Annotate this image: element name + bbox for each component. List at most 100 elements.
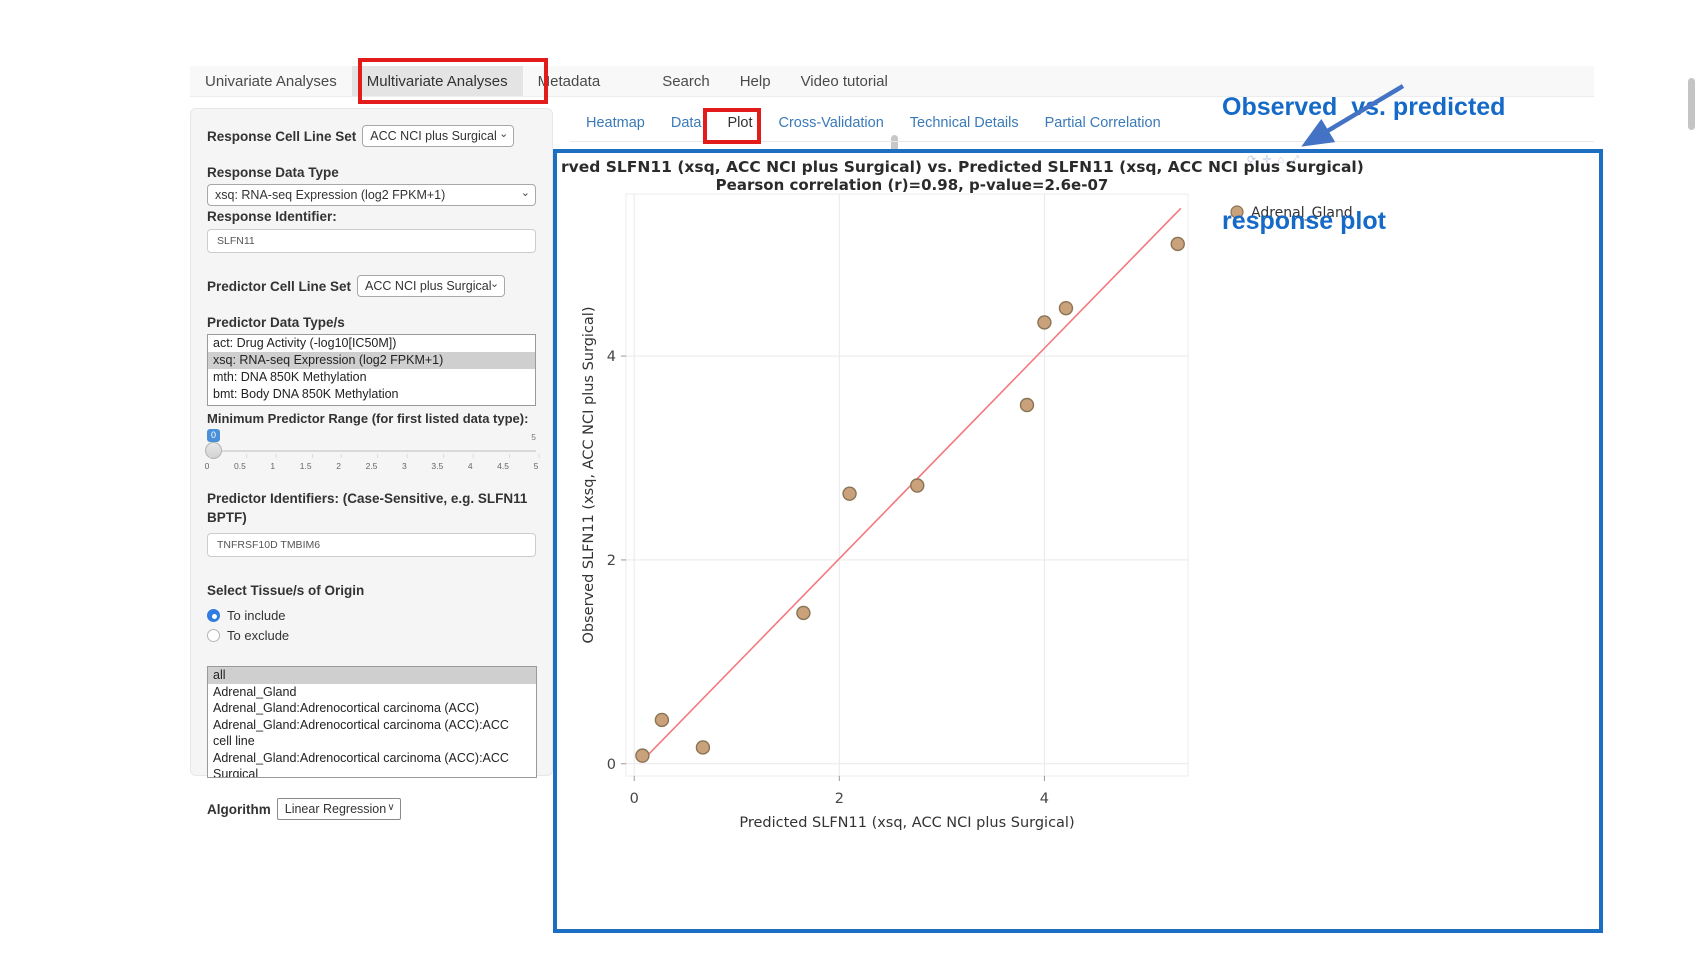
data-point[interactable] <box>911 479 924 492</box>
page: Univariate Analyses Multivariate Analyse… <box>0 0 1700 956</box>
slider-tickmark <box>246 454 247 458</box>
response-cell-line-set-label: Response Cell Line Set <box>207 129 356 144</box>
slider-tick-label: 3 <box>402 461 407 471</box>
analysis-settings-panel: Response Cell Line Set ACC NCI plus Surg… <box>190 108 553 776</box>
predictor-identifiers-label: Predictor Identifiers: (Case-Sensitive, … <box>207 489 536 527</box>
tissue-listbox[interactable]: all Adrenal_Gland Adrenal_Gland:Adrenoco… <box>207 666 537 778</box>
algorithm-label: Algorithm <box>207 802 271 817</box>
result-tabbar: Heatmap Data Plot Cross-Validation Techn… <box>586 115 1161 131</box>
slider-tick-label: 2 <box>336 461 341 471</box>
slider-tick-label: 3.5 <box>431 461 443 471</box>
listbox-option[interactable]: Adrenal_Gland:Adrenocortical carcinoma (… <box>208 717 536 750</box>
y-tick-label: 2 <box>607 553 616 569</box>
predictor-data-types-label: Predictor Data Type/s <box>207 315 536 330</box>
slider-tickmark <box>377 454 378 458</box>
radio-label: To include <box>227 608 286 623</box>
slider-tickmark <box>509 454 510 458</box>
data-point[interactable] <box>797 606 810 619</box>
nav-item[interactable]: Metadata <box>523 66 616 96</box>
min-predictor-range-slider[interactable]: 0 5 0 0.5 1 1.5 2 2.5 3 3.5 4 4.5 5 <box>207 429 536 479</box>
slider-tickmark <box>443 454 444 458</box>
slider-tickmark <box>275 454 276 458</box>
slider-tickmark <box>209 454 210 458</box>
result-tab[interactable]: Plot <box>727 115 752 131</box>
y-tick-label: 4 <box>607 349 616 365</box>
data-point[interactable] <box>696 741 709 754</box>
slider-tick-label: 1.5 <box>300 461 312 471</box>
nav-item[interactable]: Univariate Analyses <box>190 66 352 96</box>
result-tab[interactable]: Cross-Validation <box>778 115 883 131</box>
tissue-origin-radios: To include To exclude <box>207 605 536 645</box>
predictor-identifiers-input[interactable]: TNFRSF10D TMBIM6 <box>207 533 536 557</box>
chevron-down-icon: ⌄ <box>499 127 508 140</box>
listbox-option[interactable]: act: Drug Activity (-log10[IC50M]) <box>208 335 535 352</box>
x-tick-label: 0 <box>630 791 639 807</box>
listbox-option[interactable]: xsq: RNA-seq Expression (log2 FPKM+1) <box>208 352 535 369</box>
slider-tickmark <box>341 454 342 458</box>
nav-item[interactable]: Help <box>725 66 786 96</box>
x-tick-label: 4 <box>1040 791 1049 807</box>
listbox-option[interactable]: Adrenal_Gland:Adrenocortical carcinoma (… <box>208 700 536 717</box>
slider-tickmark <box>473 454 474 458</box>
result-tab[interactable]: Technical Details <box>910 115 1019 131</box>
slider-max-label: 5 <box>531 432 536 442</box>
radio-button[interactable] <box>207 629 220 642</box>
callout-line2: response plot <box>1222 202 1505 240</box>
page-scrollbar-thumb[interactable] <box>1688 78 1695 130</box>
slider-value-badge: 0 <box>207 429 220 442</box>
response-data-type-select[interactable]: xsq: RNA-seq Expression (log2 FPKM+1) ⌄ <box>207 184 536 206</box>
algorithm-select[interactable]: Linear Regression ∨ <box>277 798 401 820</box>
result-tab[interactable]: Heatmap <box>586 115 645 131</box>
predictor-data-types-listbox[interactable]: act: Drug Activity (-log10[IC50M]) xsq: … <box>207 334 536 406</box>
min-predictor-range-label: Minimum Predictor Range (for first liste… <box>207 411 536 426</box>
response-identifier-label: Response Identifier: <box>207 209 536 224</box>
response-identifier-input[interactable]: SLFN11 <box>207 229 536 253</box>
predictor-cell-line-set-select[interactable]: ACC NCI plus Surgical ⌄ <box>357 275 505 297</box>
slider-tickmark <box>407 454 408 458</box>
radio-row[interactable]: To exclude <box>207 625 536 645</box>
slider-tickmark <box>312 454 313 458</box>
result-tab[interactable]: Data <box>671 115 702 131</box>
slider-tick-label: 0.5 <box>234 461 246 471</box>
result-tab[interactable]: Partial Correlation <box>1045 115 1161 131</box>
slider-track[interactable] <box>207 450 536 452</box>
data-point[interactable] <box>1059 302 1072 315</box>
tissue-origin-label: Select Tissue/s of Origin <box>207 583 536 598</box>
data-point[interactable] <box>1020 398 1033 411</box>
listbox-option[interactable]: Adrenal_Gland:Adrenocortical carcinoma (… <box>208 750 536 779</box>
callout-line1: Observed vs. predicted <box>1222 88 1505 126</box>
data-point[interactable] <box>636 749 649 762</box>
slider-tick-label: 4.5 <box>497 461 509 471</box>
slider-handle[interactable] <box>205 442 222 459</box>
listbox-option[interactable]: all <box>208 667 536 684</box>
slider-ticks: 0 0.5 1 1.5 2 2.5 3 3.5 4 4.5 5 <box>207 461 536 475</box>
slider-tick-label: 2.5 <box>366 461 378 471</box>
response-cell-line-set-select[interactable]: ACC NCI plus Surgical ⌄ <box>362 125 514 147</box>
listbox-option[interactable]: Adrenal_Gland <box>208 684 536 701</box>
listbox-option[interactable]: mth: DNA 850K Methylation <box>208 369 535 386</box>
data-point[interactable] <box>655 713 668 726</box>
listbox-option[interactable]: bmt: Body DNA 850K Methylation <box>208 386 535 403</box>
chevron-down-icon: ⌄ <box>490 277 499 290</box>
plot-area <box>626 194 1188 776</box>
nav-item[interactable]: Video tutorial <box>786 66 903 96</box>
radio-label: To exclude <box>227 628 289 643</box>
data-point[interactable] <box>843 487 856 500</box>
predictor-cell-line-set-label: Predictor Cell Line Set <box>207 279 351 294</box>
y-tick-label: 0 <box>607 757 616 773</box>
chevron-down-icon: ∨ <box>387 802 394 813</box>
slider-tick-label: 4 <box>468 461 473 471</box>
data-point[interactable] <box>1171 237 1184 250</box>
nav-item[interactable]: Search <box>647 66 725 96</box>
slider-tick-label: 1 <box>270 461 275 471</box>
chevron-down-icon: ⌄ <box>521 186 530 199</box>
x-tick-label: 2 <box>835 791 844 807</box>
radio-row[interactable]: To include <box>207 605 536 625</box>
callout-text: Observed vs. predicted response plot <box>1222 12 1505 316</box>
radio-button[interactable] <box>207 609 220 622</box>
slider-tick-label: 5 <box>534 461 539 471</box>
slider-tickmark <box>538 454 539 458</box>
data-point[interactable] <box>1038 316 1051 329</box>
nav-item[interactable]: Multivariate Analyses <box>352 66 523 96</box>
slider-tick-label: 0 <box>205 461 210 471</box>
